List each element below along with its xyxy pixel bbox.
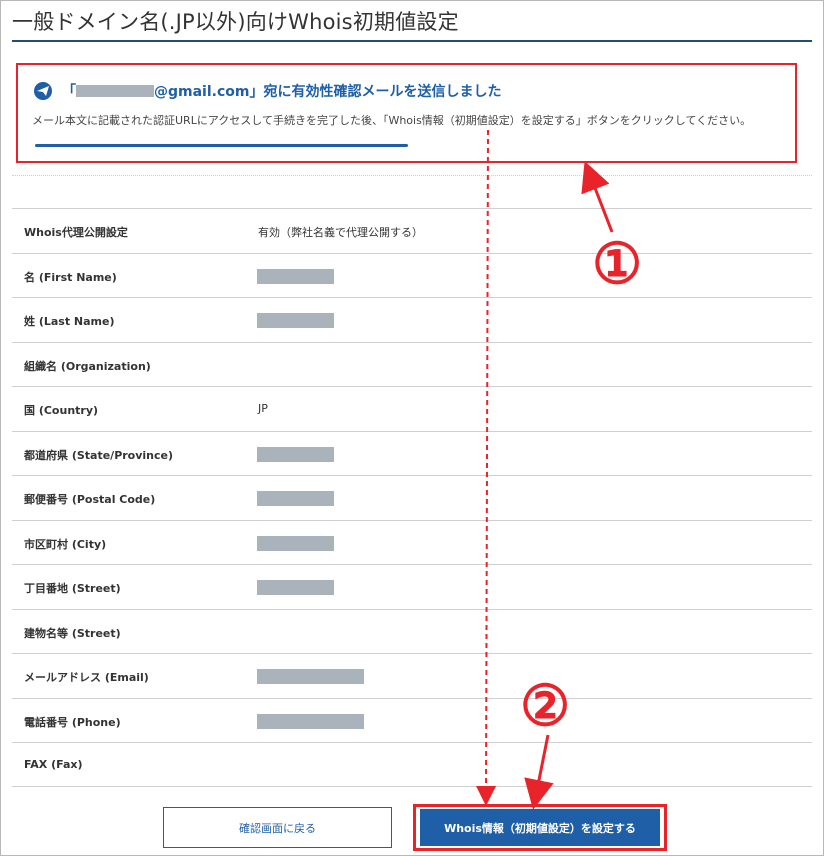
redacted-value-mask: [257, 491, 334, 506]
notice-open-quote: 「: [62, 84, 76, 100]
back-to-confirm-button[interactable]: 確認画面に戻る: [163, 807, 392, 848]
table-row: 都道府県 (State/Province): [12, 430, 812, 476]
redacted-value-mask: [257, 669, 364, 684]
row-value: 有効（弊社名義で代理公開する）: [258, 226, 423, 239]
page-title: 一般ドメイン名(.JP以外)向けWhois初期値設定: [12, 10, 459, 34]
row-value: JP: [258, 402, 268, 415]
send-icon: [34, 82, 52, 100]
table-row: 郵便番号 (Postal Code): [12, 475, 812, 520]
row-label: 丁目番地 (Street): [24, 582, 121, 595]
table-row: 名 (First Name): [12, 252, 812, 298]
table-row: 建物名等 (Street): [12, 608, 812, 654]
notice-header: 「 @gmail.com」宛に有効性確認メールを送信しました: [34, 81, 501, 101]
table-row: 市区町村 (City): [12, 519, 812, 565]
highlight-underline: [35, 144, 408, 147]
row-label: 郵便番号 (Postal Code): [24, 493, 156, 506]
redacted-value-mask: [257, 313, 334, 328]
dotted-divider: [12, 175, 812, 176]
row-label: 電話番号 (Phone): [24, 715, 121, 729]
redacted-value-mask: [257, 580, 334, 595]
redacted-value-mask: [257, 446, 334, 462]
row-label: 建物名等 (Street): [24, 626, 121, 640]
row-label: 組織名 (Organization): [24, 359, 151, 373]
redacted-value-mask: [257, 535, 334, 551]
redacted-email-mask: [76, 85, 154, 97]
set-whois-button[interactable]: Whois情報（初期値設定）を設定する: [420, 809, 660, 846]
table-row: 丁目番地 (Street): [12, 564, 812, 609]
table-row: 組織名 (Organization): [12, 341, 812, 387]
table-row: 姓 (Last Name): [12, 297, 812, 342]
row-label: 都道府県 (State/Province): [24, 448, 174, 462]
table-row: FAX (Fax): [12, 742, 812, 787]
whois-info-table: Whois代理公開設定 有効（弊社名義で代理公開する） 名 (First Name)…: [12, 208, 812, 787]
row-label: 国 (Country): [24, 404, 99, 417]
table-row: メールアドレス (Email): [12, 653, 812, 698]
table-row: Whois代理公開設定 有効（弊社名義で代理公開する）: [12, 208, 812, 253]
annotation-marker-1: ①: [592, 231, 643, 297]
notice-body: メール本文に記載された認証URLにアクセスして手続きを完了した後、「Whois情…: [32, 114, 752, 127]
row-label: FAX (Fax): [24, 758, 83, 771]
title-divider: [12, 40, 812, 42]
notice-email-suffix: @gmail.com」宛に有効性確認メールを送信しました: [154, 84, 502, 100]
redacted-value-mask: [257, 713, 364, 729]
annotation-marker-2: ②: [520, 673, 571, 739]
row-label: メールアドレス (Email): [24, 671, 149, 684]
notice-title: 「 @gmail.com」宛に有効性確認メールを送信しました: [62, 81, 501, 101]
row-label: 名 (First Name): [24, 270, 117, 284]
row-label: Whois代理公開設定: [24, 226, 128, 239]
row-label: 市区町村 (City): [24, 537, 107, 551]
table-row: 電話番号 (Phone): [12, 697, 812, 743]
row-label: 姓 (Last Name): [24, 315, 115, 328]
redacted-value-mask: [257, 268, 334, 284]
table-row: 国 (Country) JP: [12, 386, 812, 431]
notice-box: 「 @gmail.com」宛に有効性確認メールを送信しました メール本文に記載さ…: [16, 63, 797, 163]
